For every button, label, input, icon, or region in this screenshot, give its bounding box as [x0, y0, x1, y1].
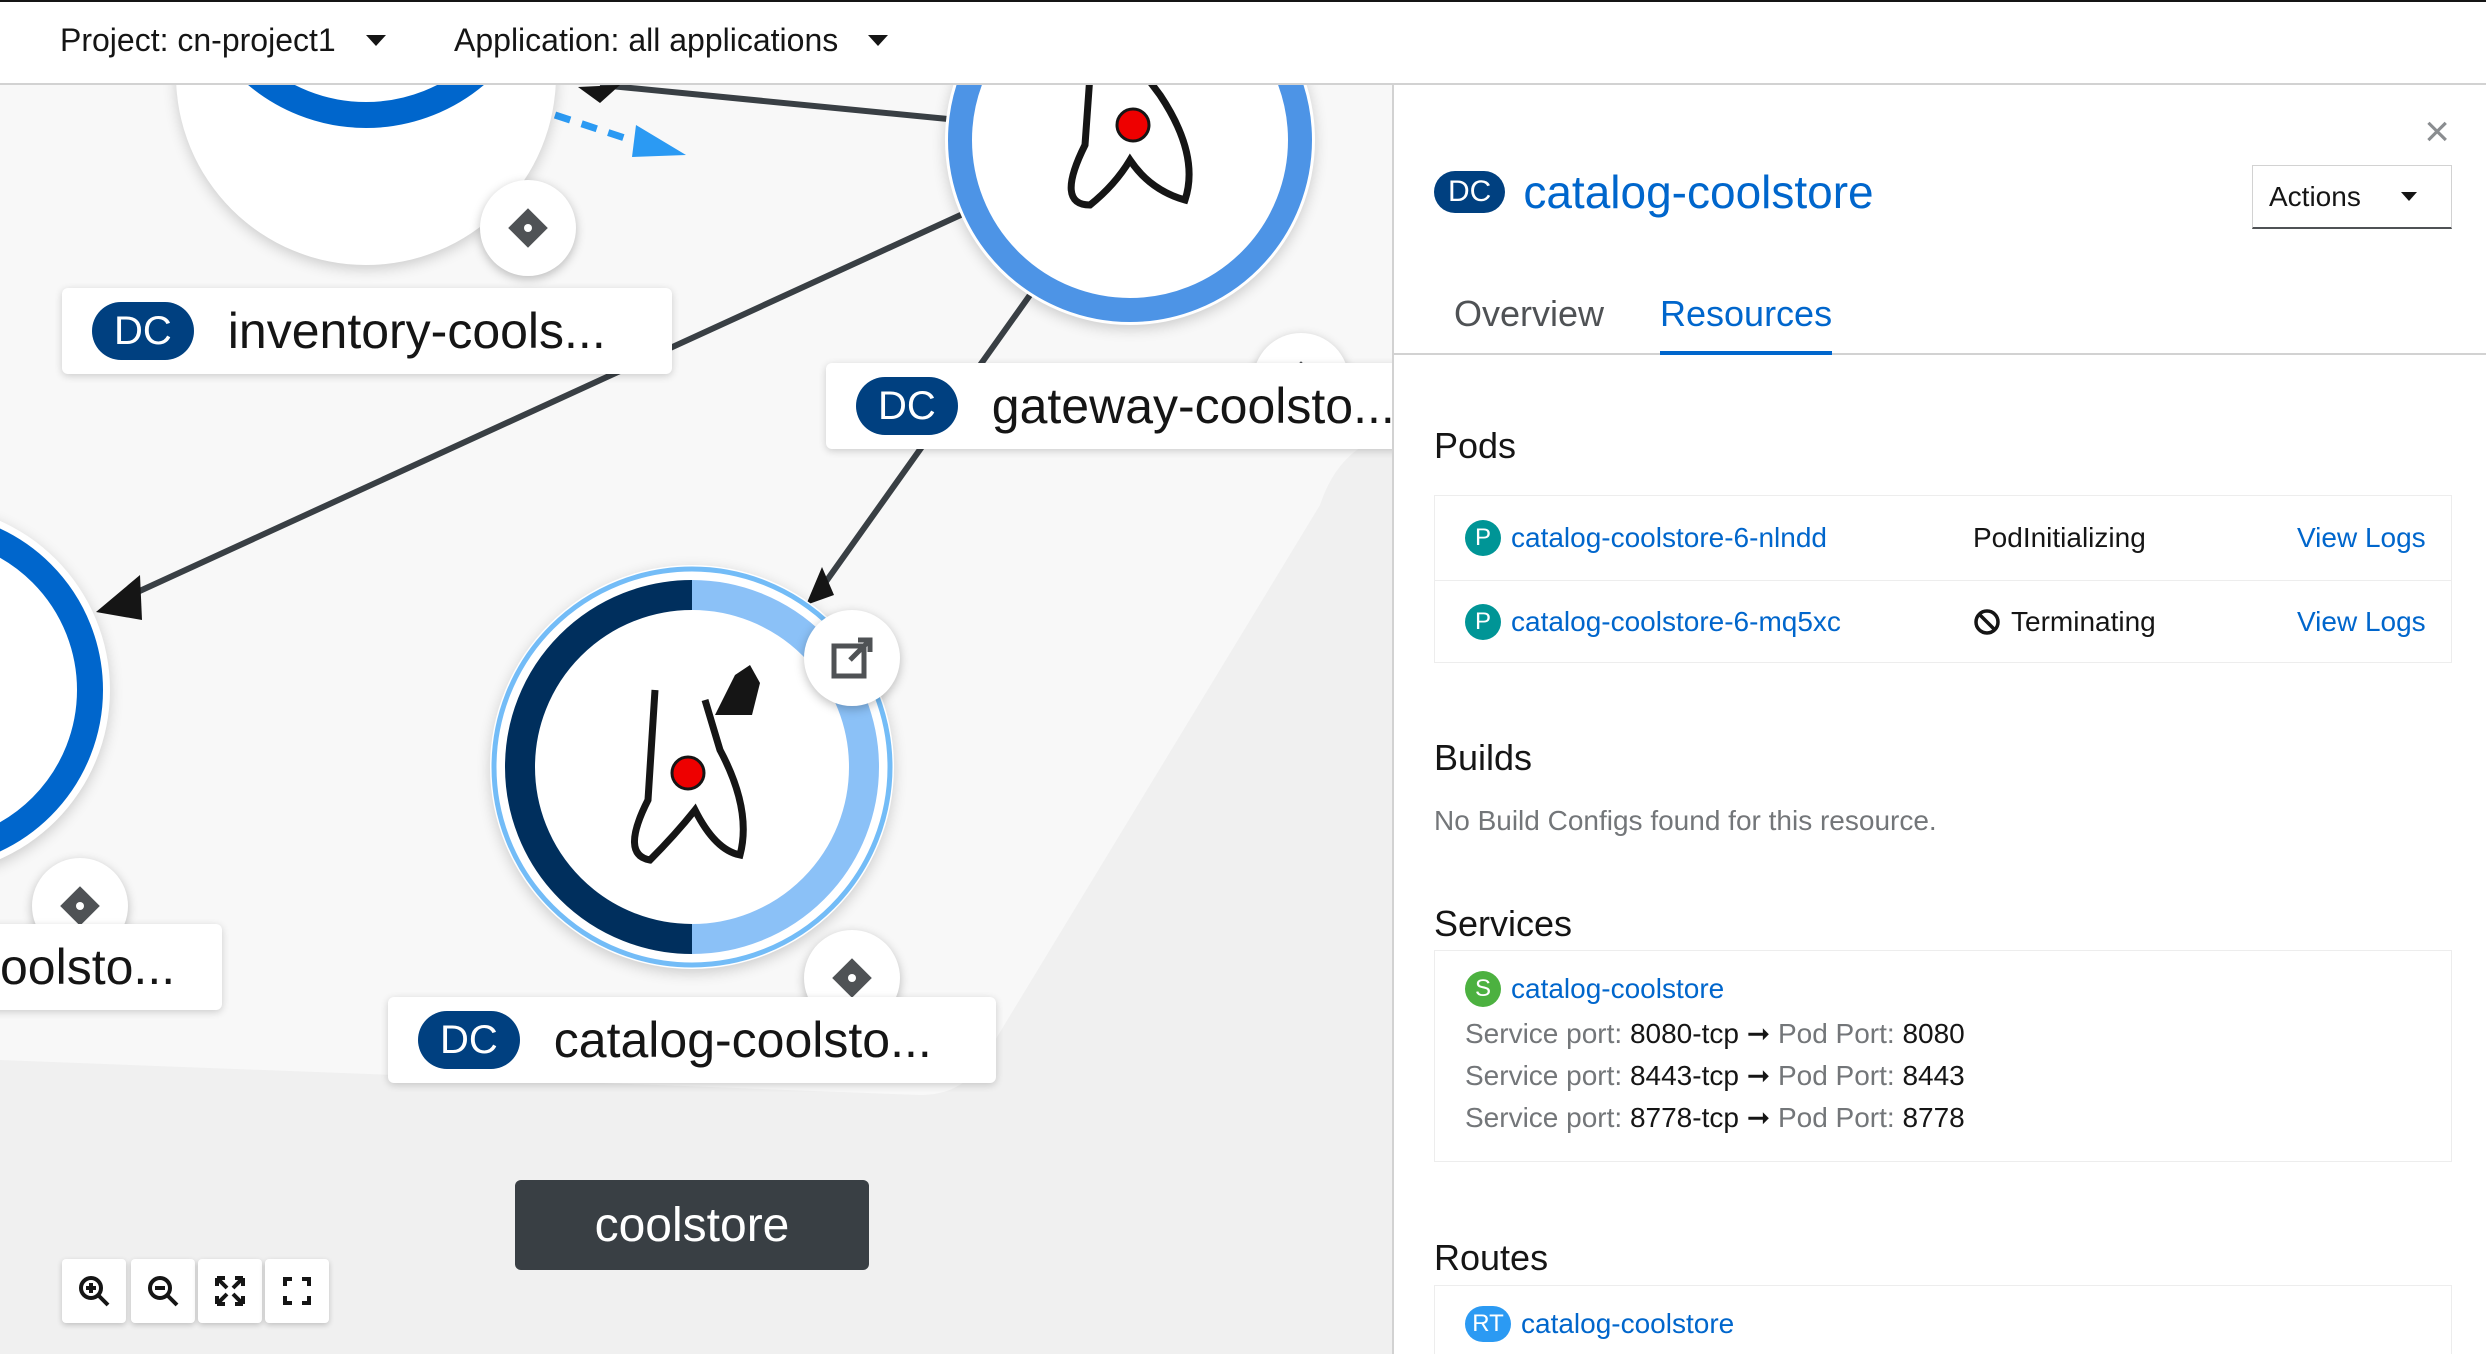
pod-link[interactable]: catalog-coolstore-6-nlndd	[1511, 522, 1827, 554]
git-icon	[60, 886, 100, 926]
node-name: catalog-coolsto...	[553, 1012, 932, 1068]
dc-badge: DC	[1434, 171, 1506, 213]
chevron-down-icon	[365, 35, 386, 46]
reset-view-button[interactable]	[265, 1259, 329, 1323]
fit-to-screen-button[interactable]	[198, 1259, 262, 1323]
fullscreen-icon	[283, 1277, 311, 1305]
external-link-icon	[831, 637, 873, 679]
pods-section-title: Pods	[1434, 425, 1517, 466]
route-icon: RT	[1465, 1306, 1511, 1342]
routes-list: RT catalog-coolstore	[1434, 1285, 2452, 1354]
node-label-inventory[interactable]: DC inventory-cools...	[62, 288, 672, 374]
service-port-row: Service port: 8080-tcp ➞ Pod Port: 8080	[1465, 1018, 1965, 1049]
route-link[interactable]: catalog-coolstore	[1521, 1308, 1734, 1340]
pod-link[interactable]: catalog-coolstore-6-mq5xc	[1511, 606, 1841, 638]
project-dropdown-label: Project: cn-project1	[60, 22, 336, 58]
resource-side-panel: × DC catalog-coolstore Actions Overview …	[1392, 85, 2486, 1354]
arrow-right-icon: ➞	[1746, 1018, 1771, 1049]
node-label-gateway[interactable]: DC gateway-coolsto...	[826, 363, 1392, 449]
pod-icon: P	[1465, 520, 1501, 556]
view-logs-link[interactable]: View Logs	[2297, 522, 2426, 554]
node-label-partial[interactable]: oolsto...	[0, 924, 222, 1010]
pod-status: Terminating	[2011, 606, 2156, 637]
node-name: gateway-coolsto...	[991, 378, 1392, 434]
gateway-node[interactable]	[945, 85, 1315, 325]
tab-overview[interactable]: Overview	[1454, 293, 1604, 351]
pod-icon: P	[1465, 604, 1501, 640]
panel-title: DC catalog-coolstore	[1434, 165, 1874, 219]
services-list: S catalog-coolstore Service port: 8080-t…	[1434, 950, 2452, 1162]
application-dropdown-label: Application: all applications	[454, 22, 839, 58]
zoom-in-icon	[79, 1276, 110, 1307]
services-section-title: Services	[1434, 903, 1573, 944]
git-repo-button[interactable]	[480, 180, 576, 276]
builds-section-title: Builds	[1434, 737, 1533, 778]
dc-badge: DC	[418, 1011, 520, 1069]
arrow-right-icon: ➞	[1746, 1060, 1771, 1091]
inventory-partial-node[interactable]	[0, 505, 110, 875]
chevron-down-icon	[2400, 192, 2417, 201]
route-item: RT catalog-coolstore	[1465, 1306, 1734, 1342]
service-item: S catalog-coolstore	[1465, 971, 1724, 1007]
application-dropdown[interactable]: Application: all applications	[454, 22, 889, 59]
zoom-in-button[interactable]	[62, 1259, 126, 1323]
top-bar: Project: cn-project1 Application: all ap…	[0, 0, 2486, 85]
java-duke-icon	[948, 85, 1312, 322]
tab-resources[interactable]: Resources	[1660, 293, 1833, 355]
arrow-right-icon: ➞	[1746, 1102, 1771, 1133]
git-icon	[508, 208, 548, 248]
application-group-label[interactable]: coolstore	[515, 1180, 869, 1270]
routes-section-title: Routes	[1434, 1237, 1549, 1278]
open-url-button[interactable]	[804, 610, 900, 706]
expand-icon	[215, 1276, 245, 1306]
service-port-row: Service port: 8443-tcp ➞ Pod Port: 8443	[1465, 1060, 1965, 1091]
close-icon[interactable]: ×	[2424, 107, 2450, 157]
node-name: inventory-cools...	[227, 303, 606, 359]
node-name: oolsto...	[0, 939, 176, 995]
pods-list: P catalog-coolstore-6-nlndd PodInitializ…	[1434, 495, 2452, 663]
zoom-out-button[interactable]	[131, 1259, 195, 1323]
topology-canvas[interactable]: DC inventory-cools... DC gateway-coolsto…	[0, 85, 1392, 1354]
builds-empty-message: No Build Configs found for this resource…	[1434, 805, 1937, 836]
git-icon	[832, 958, 872, 998]
zoom-out-icon	[148, 1276, 179, 1307]
pod-status: PodInitializing	[1973, 522, 2146, 553]
actions-dropdown[interactable]: Actions	[2252, 165, 2452, 229]
dc-badge: DC	[92, 302, 194, 360]
chevron-down-icon	[868, 35, 889, 46]
service-icon: S	[1465, 971, 1501, 1007]
list-item: P catalog-coolstore-6-mq5xc Terminating …	[1435, 580, 2451, 664]
service-port-row: Service port: 8778-tcp ➞ Pod Port: 8778	[1465, 1102, 1965, 1133]
node-label-catalog[interactable]: DC catalog-coolsto...	[388, 997, 996, 1083]
actions-label: Actions	[2269, 180, 2361, 212]
panel-title-text[interactable]: catalog-coolstore	[1523, 165, 1873, 219]
ban-icon	[1974, 609, 2000, 635]
list-item: P catalog-coolstore-6-nlndd PodInitializ…	[1435, 496, 2451, 581]
panel-tabs: Overview Resources	[1394, 283, 2486, 355]
service-link[interactable]: catalog-coolstore	[1511, 973, 1724, 1005]
project-dropdown[interactable]: Project: cn-project1	[60, 22, 386, 59]
view-logs-link[interactable]: View Logs	[2297, 606, 2426, 638]
dc-badge: DC	[856, 377, 958, 435]
